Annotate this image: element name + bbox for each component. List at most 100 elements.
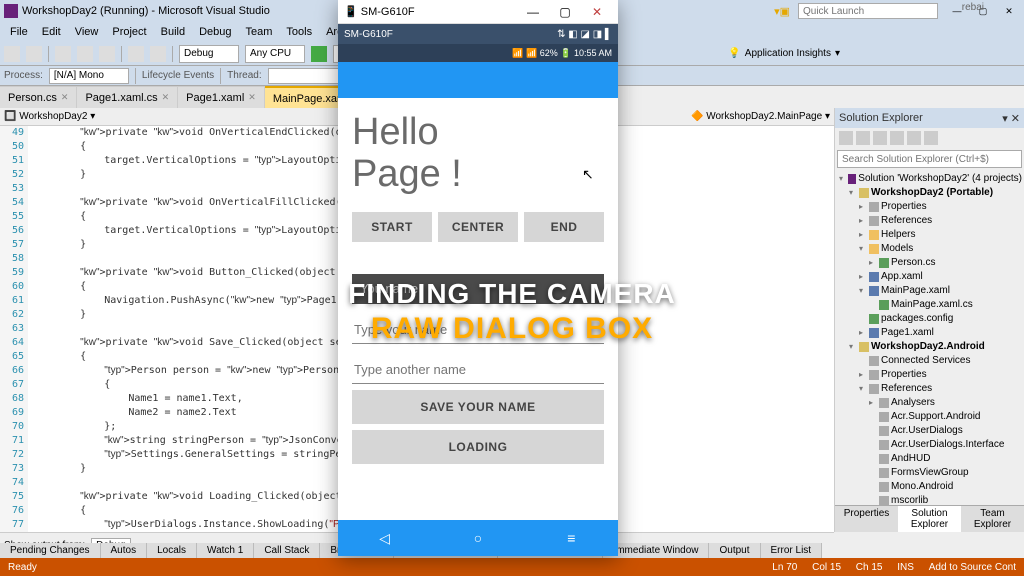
quick-launch-input[interactable] bbox=[798, 3, 938, 19]
notification-icon[interactable]: ▾▣ bbox=[774, 5, 790, 18]
align-start-button[interactable]: START bbox=[352, 212, 432, 242]
loading-button[interactable]: LOADING bbox=[352, 430, 604, 464]
menu-tools[interactable]: Tools bbox=[280, 24, 318, 40]
emu-minimize-button[interactable]: — bbox=[518, 2, 548, 22]
menu-build[interactable]: Build bbox=[155, 24, 191, 40]
solution-search-input[interactable] bbox=[837, 150, 1022, 168]
showall-icon[interactable] bbox=[890, 131, 904, 145]
nav-back-icon[interactable] bbox=[4, 46, 20, 62]
menu-file[interactable]: File bbox=[4, 24, 34, 40]
recent-icon[interactable]: ≡ bbox=[561, 528, 581, 548]
preview-icon[interactable] bbox=[924, 131, 938, 145]
editor-project-combo[interactable]: WorkshopDay2 bbox=[19, 111, 87, 122]
right-tab-solution-explorer[interactable]: Solution Explorer bbox=[898, 506, 961, 532]
tree-item[interactable]: ▸Person.cs bbox=[837, 256, 1022, 270]
tree-item[interactable]: FormsViewGroup bbox=[837, 466, 1022, 480]
open-icon[interactable] bbox=[55, 46, 71, 62]
start-icon[interactable] bbox=[311, 46, 327, 62]
menu-project[interactable]: Project bbox=[106, 24, 152, 40]
bottom-tab-watch-1[interactable]: Watch 1 bbox=[197, 543, 254, 558]
bottom-tab-pending-changes[interactable]: Pending Changes bbox=[0, 543, 101, 558]
thread-combo[interactable] bbox=[268, 68, 348, 84]
tab-page1-xaml[interactable]: Page1.xaml ✕ bbox=[178, 86, 265, 108]
tree-item[interactable]: ▾Models bbox=[837, 242, 1022, 256]
close-button[interactable]: ✕ bbox=[998, 3, 1020, 19]
solution-explorer: Solution Explorer ▾ ✕ ▾Solution 'Worksho… bbox=[834, 108, 1024, 532]
collapse-icon[interactable] bbox=[873, 131, 887, 145]
properties-icon[interactable] bbox=[907, 131, 921, 145]
name1-input[interactable] bbox=[352, 316, 604, 344]
tree-item[interactable]: ▾Solution 'WorkshopDay2' (4 projects) bbox=[837, 172, 1022, 186]
tab-page1-xaml-cs[interactable]: Page1.xaml.cs ✕ bbox=[77, 86, 178, 108]
home-nav-icon[interactable]: ○ bbox=[468, 528, 488, 548]
emu-maximize-button[interactable]: ▢ bbox=[550, 2, 580, 22]
tree-item[interactable]: ▾WorkshopDay2 (Portable) bbox=[837, 186, 1022, 200]
status-source-control[interactable]: Add to Source Cont bbox=[929, 562, 1016, 573]
save-name-button[interactable]: SAVE YOUR NAME bbox=[352, 390, 604, 424]
home-icon[interactable] bbox=[839, 131, 853, 145]
nav-fwd-icon[interactable] bbox=[26, 46, 42, 62]
menu-view[interactable]: View bbox=[69, 24, 105, 40]
solution-tree[interactable]: ▾Solution 'WorkshopDay2' (4 projects)▾Wo… bbox=[835, 170, 1024, 505]
tree-item[interactable]: ▾WorkshopDay2.Android bbox=[837, 340, 1022, 354]
tree-item[interactable]: Acr.Support.Android bbox=[837, 410, 1022, 424]
tree-item[interactable]: ▾MainPage.xaml bbox=[837, 284, 1022, 298]
bottom-tab-autos[interactable]: Autos bbox=[101, 543, 148, 558]
align-end-button[interactable]: END bbox=[524, 212, 604, 242]
name2-input[interactable] bbox=[352, 356, 604, 384]
android-emulator-window: 📱 SM-G610F — ▢ ✕ SM-G610F ⇅ ◧ ◪ ◨ ▌ 📶 📶 … bbox=[338, 0, 618, 556]
editor-class-combo[interactable]: WorkshopDay2.MainPage bbox=[706, 111, 822, 122]
tree-item[interactable]: ▾References bbox=[837, 382, 1022, 396]
save-icon[interactable] bbox=[77, 46, 93, 62]
vs-logo-icon bbox=[4, 4, 18, 18]
tree-item[interactable]: ▸Page1.xaml bbox=[837, 326, 1022, 340]
tree-item[interactable]: ▸Helpers bbox=[837, 228, 1022, 242]
username-label: rebai bbox=[962, 2, 984, 13]
your-name-overlay: You name bbox=[352, 274, 604, 304]
undo-icon[interactable] bbox=[128, 46, 144, 62]
redo-icon[interactable] bbox=[150, 46, 166, 62]
bottom-tab-locals[interactable]: Locals bbox=[147, 543, 197, 558]
tree-item[interactable]: packages.config bbox=[837, 312, 1022, 326]
tree-item[interactable]: ▸Properties bbox=[837, 368, 1022, 382]
window-title: WorkshopDay2 (Running) - Microsoft Visua… bbox=[22, 5, 270, 17]
bottom-tab-call-stack[interactable]: Call Stack bbox=[254, 543, 320, 558]
tree-item[interactable]: ▸References bbox=[837, 214, 1022, 228]
solution-explorer-title: Solution Explorer bbox=[839, 112, 923, 124]
tree-item[interactable]: Acr.UserDialogs.Interface bbox=[837, 438, 1022, 452]
tree-item[interactable]: MainPage.xaml.cs bbox=[837, 298, 1022, 312]
panel-close-icon[interactable]: ▾ ✕ bbox=[1002, 112, 1020, 125]
app-bar bbox=[338, 62, 618, 98]
tab-person-cs[interactable]: Person.cs ✕ bbox=[0, 86, 77, 108]
bottom-tab-error-list[interactable]: Error List bbox=[761, 543, 823, 558]
back-icon[interactable]: ◁ bbox=[375, 528, 395, 548]
tree-item[interactable]: Acr.UserDialogs bbox=[837, 424, 1022, 438]
menu-edit[interactable]: Edit bbox=[36, 24, 67, 40]
status-bar: Ready Ln 70 Col 15 Ch 15 INS Add to Sour… bbox=[0, 558, 1024, 576]
menu-team[interactable]: Team bbox=[240, 24, 279, 40]
emu-close-button[interactable]: ✕ bbox=[582, 2, 612, 22]
process-combo[interactable]: [N/A] Mono bbox=[49, 68, 129, 84]
tab-close-icon[interactable]: ✕ bbox=[162, 92, 170, 103]
saveall-icon[interactable] bbox=[99, 46, 115, 62]
right-tab-team-explorer[interactable]: Team Explorer bbox=[961, 506, 1024, 532]
tab-close-icon[interactable]: ✕ bbox=[248, 92, 256, 103]
refresh-icon[interactable] bbox=[856, 131, 870, 145]
align-center-button[interactable]: CENTER bbox=[438, 212, 518, 242]
bottom-tab-immediate-window[interactable]: Immediate Window bbox=[603, 543, 709, 558]
menu-debug[interactable]: Debug bbox=[193, 24, 237, 40]
tree-item[interactable]: ▸App.xaml bbox=[837, 270, 1022, 284]
platform-combo[interactable]: Any CPU bbox=[245, 45, 305, 63]
right-tab-properties[interactable]: Properties bbox=[835, 506, 898, 532]
tree-item[interactable]: AndHUD bbox=[837, 452, 1022, 466]
bottom-tab-output[interactable]: Output bbox=[709, 543, 760, 558]
tree-item[interactable]: Connected Services bbox=[837, 354, 1022, 368]
tree-item[interactable]: Mono.Android bbox=[837, 480, 1022, 494]
tab-close-icon[interactable]: ✕ bbox=[61, 92, 69, 103]
config-combo[interactable]: Debug bbox=[179, 45, 239, 63]
lifecycle-label: Lifecycle Events bbox=[142, 70, 214, 81]
tree-item[interactable]: mscorlib bbox=[837, 494, 1022, 505]
app-insights-button[interactable]: 💡 Application Insights ▾ bbox=[728, 48, 840, 59]
tree-item[interactable]: ▸Properties bbox=[837, 200, 1022, 214]
tree-item[interactable]: ▸Analysers bbox=[837, 396, 1022, 410]
